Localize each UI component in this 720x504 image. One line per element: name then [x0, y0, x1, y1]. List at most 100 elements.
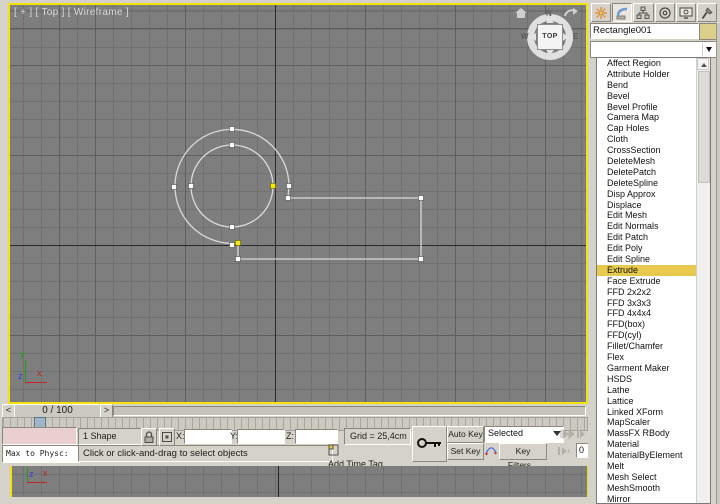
- absolute-offset-toggle-icon[interactable]: [159, 428, 175, 446]
- viewcube-arrow-west[interactable]: [531, 33, 536, 41]
- viewcube-arrow-north[interactable]: [546, 18, 554, 23]
- modifier-item[interactable]: MassFX RBody: [597, 428, 697, 439]
- modifier-item[interactable]: HSDS: [597, 374, 697, 385]
- tab-display[interactable]: [675, 3, 696, 22]
- maxscript-mini-listener[interactable]: Max to Physc:: [2, 445, 80, 463]
- modifier-item[interactable]: Linked XForm: [597, 407, 697, 418]
- viewport-top[interactable]: [ + ] [ Top ] [ Wireframe ] y z x TOP N …: [8, 3, 588, 404]
- playback-controls-icons[interactable]: [560, 428, 586, 440]
- modifier-item[interactable]: Garment Maker: [597, 363, 697, 374]
- prompt-line: Click or click-and-drag to select object…: [78, 445, 333, 462]
- object-name-field[interactable]: Rectangle001: [590, 23, 699, 39]
- key-mode-dropdown[interactable]: Selected: [484, 426, 564, 443]
- viewcube-face[interactable]: TOP: [537, 24, 563, 50]
- time-slider-track[interactable]: [113, 406, 586, 416]
- hierarchy-icon: [636, 6, 650, 19]
- modifier-item[interactable]: Affect Region: [597, 58, 697, 69]
- modifier-item[interactable]: Flex: [597, 352, 697, 363]
- modifier-list-combobox[interactable]: [590, 41, 718, 58]
- tripod-y-label: y: [20, 349, 25, 359]
- x-coordinate-field[interactable]: [184, 429, 232, 444]
- modifier-item[interactable]: FFD(cyl): [597, 330, 697, 341]
- modifier-item[interactable]: MeshSmooth: [597, 483, 697, 494]
- auto-key-button[interactable]: Auto Key: [447, 426, 484, 443]
- spline-vertices: [171, 126, 424, 262]
- time-slider-handle[interactable]: 0 / 100: [14, 404, 101, 418]
- tab-hierarchy[interactable]: [633, 3, 654, 22]
- modifier-item[interactable]: Edit Spline: [597, 254, 697, 265]
- modifier-item[interactable]: Face Extrude: [597, 276, 697, 287]
- tripod-z-label: z: [29, 469, 34, 479]
- time-tag-icon: [328, 444, 339, 456]
- modifier-item[interactable]: Cap Holes: [597, 123, 697, 134]
- modifier-item[interactable]: Disp Approx: [597, 189, 697, 200]
- home-icon[interactable]: [515, 8, 527, 18]
- viewport-label[interactable]: [ + ] [ Top ] [ Wireframe ]: [14, 7, 129, 18]
- panel-scrollbar[interactable]: [716, 23, 720, 504]
- modifier-item[interactable]: DeleteSpline: [597, 178, 697, 189]
- modifier-dropdown-list[interactable]: Affect Region Attribute Holder Bend Bevel Be…: [596, 57, 711, 504]
- modifier-item[interactable]: Fillet/Chamfer: [597, 341, 697, 352]
- modifier-item[interactable]: Edit Poly: [597, 243, 697, 254]
- maxscript-mini-listener-macro[interactable]: [2, 427, 77, 445]
- combobox-dropdown-button[interactable]: [702, 43, 716, 56]
- orbit-arrow-icon[interactable]: [563, 7, 579, 19]
- modifier-item[interactable]: Melt: [597, 461, 697, 472]
- modifier-item[interactable]: Material: [597, 439, 697, 450]
- modifier-item[interactable]: Edit Mesh: [597, 210, 697, 221]
- next-frame-button[interactable]: >: [100, 404, 113, 418]
- utilities-icon: [701, 6, 713, 19]
- scroll-up-button[interactable]: [697, 58, 709, 70]
- modifier-item[interactable]: Mesh Select: [597, 472, 697, 483]
- modifier-item[interactable]: FFD 2x2x2: [597, 287, 697, 298]
- modifier-item[interactable]: Bend: [597, 80, 697, 91]
- modifier-item[interactable]: Lathe: [597, 385, 697, 396]
- modifier-item[interactable]: Lattice: [597, 396, 697, 407]
- tripod-x-label: x: [43, 468, 48, 478]
- key-filter-curve-icon[interactable]: [485, 444, 497, 457]
- modifier-item[interactable]: MaterialByElement: [597, 450, 697, 461]
- modifier-item[interactable]: Mirror: [597, 494, 697, 503]
- tripod-x-label: x: [37, 368, 42, 378]
- selection-lock-toggle[interactable]: [141, 428, 157, 446]
- y-coordinate-field[interactable]: [237, 429, 285, 444]
- outer-profile-spline: [174, 128, 422, 260]
- modifier-item[interactable]: DeletePatch: [597, 167, 697, 178]
- viewcube-arrow-south[interactable]: [546, 50, 554, 55]
- spline-shape[interactable]: [10, 5, 586, 402]
- modifier-item[interactable]: Edit Patch: [597, 232, 697, 243]
- tab-modify[interactable]: [612, 3, 633, 22]
- z-coordinate-label: Z:: [286, 431, 294, 441]
- modifier-item[interactable]: Camera Map: [597, 112, 697, 123]
- modifier-items-container: Affect Region Attribute Holder Bend Bevel Be…: [597, 58, 697, 503]
- go-to-start-icon[interactable]: [557, 445, 571, 457]
- set-key-button[interactable]: Set Key: [447, 443, 484, 460]
- modifier-item[interactable]: CrossSection: [597, 145, 697, 156]
- list-scrollbar[interactable]: [696, 58, 710, 503]
- z-coordinate-field[interactable]: [295, 429, 338, 444]
- modifier-item[interactable]: Attribute Holder: [597, 69, 697, 80]
- modifier-item[interactable]: FFD(box): [597, 319, 697, 330]
- tab-utilities[interactable]: [696, 3, 718, 22]
- scrollbar-thumb[interactable]: [698, 71, 710, 183]
- tripod-y-axis: [25, 360, 26, 382]
- world-axis-vertical: [278, 466, 279, 497]
- tab-create[interactable]: [591, 3, 612, 22]
- viewport-front-strip[interactable]: z x: [10, 466, 589, 497]
- viewcube-arrow-east[interactable]: [563, 33, 568, 41]
- set-keys-button[interactable]: [412, 426, 447, 462]
- modifier-item[interactable]: MapScaler: [597, 417, 697, 428]
- modifier-item[interactable]: Displace: [597, 200, 697, 211]
- modifier-item[interactable]: Cloth: [597, 134, 697, 145]
- add-time-tag[interactable]: Add Time Tag: [328, 444, 406, 469]
- modifier-item[interactable]: FFD 4x4x4: [597, 308, 697, 319]
- key-filters-button[interactable]: Key Filters...: [499, 443, 547, 470]
- selection-status: 1 Shape Selected: [78, 428, 146, 456]
- modifier-item[interactable]: Bevel Profile: [597, 102, 697, 113]
- modifier-item[interactable]: Extrude: [597, 264, 697, 276]
- modifier-item[interactable]: DeleteMesh: [597, 156, 697, 167]
- modifier-item[interactable]: FFD 3x3x3: [597, 298, 697, 309]
- tab-motion[interactable]: [654, 3, 675, 22]
- modifier-item[interactable]: Bevel: [597, 91, 697, 102]
- modifier-item[interactable]: Edit Normals: [597, 221, 697, 232]
